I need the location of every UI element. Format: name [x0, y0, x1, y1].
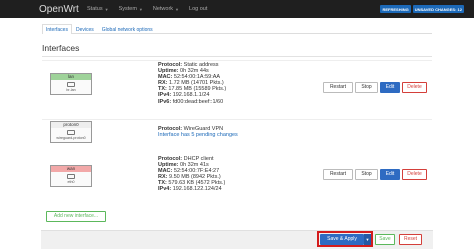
page-title: Interfaces — [42, 43, 80, 53]
chevron-down-icon: ▼ — [138, 6, 143, 12]
interface-info: Protocol: WireGuard VPN Interface has 5 … — [158, 126, 238, 138]
protocol-value: Static address — [183, 62, 219, 68]
tx-value: 17.85 MB (15589 Pkts.) — [168, 86, 227, 93]
menu-logout-label: Log out — [189, 6, 208, 12]
chevron-down-icon: ▼ — [104, 6, 109, 12]
protocol-value: DHCP client — [183, 156, 214, 162]
menu-network[interactable]: Network ▼ — [153, 6, 179, 12]
uptime-value: 0h 32m 41s — [180, 162, 209, 169]
mac-value: 52:54:00:7F:E4:27 — [173, 168, 220, 175]
tab-devices[interactable]: Devices — [72, 24, 98, 33]
delete-button[interactable]: Delete — [402, 169, 427, 180]
tx-value: 579.63 KB (4572 Pkts.) — [168, 180, 226, 187]
highlight-box — [317, 231, 373, 247]
add-interface-button[interactable]: Add new interface... — [46, 211, 106, 222]
ethernet-icon — [67, 174, 75, 179]
uptime-value: 0h 32m 44s — [180, 68, 209, 75]
main-menu: Status ▼ System ▼ Network ▼ Log out — [87, 6, 217, 12]
ipv4-label: IPv4: — [158, 186, 172, 193]
restart-button[interactable]: Restart — [323, 82, 353, 93]
device-name: br-lan — [66, 88, 76, 92]
stop-button[interactable]: Stop — [355, 169, 378, 180]
interface-row-lan: lan br-lan Protocol: Static address Upti… — [42, 60, 432, 118]
interface-badge-proton0: proton0 wireguard-proton0 — [50, 121, 92, 143]
interface-device: eth0 — [51, 172, 91, 186]
delete-button[interactable]: Delete — [402, 82, 427, 93]
restart-button[interactable]: Restart — [323, 169, 353, 180]
refreshing-badge[interactable]: REFRESHING — [380, 5, 411, 13]
ipv6-value: fd00:dead:beef::1/60 — [172, 98, 224, 105]
rx-value: 9.50 MB (8942 Pkts.) — [169, 174, 221, 181]
menu-status-label: Status — [87, 6, 103, 12]
menu-logout[interactable]: Log out — [189, 6, 207, 12]
edit-button[interactable]: Edit — [380, 169, 400, 180]
unsaved-changes-badge[interactable]: UNSAVED CHANGES: 12 — [412, 5, 464, 13]
device-name: wireguard-proton0 — [56, 136, 86, 140]
rx-value: 1.72 MB (14701 Pkts.) — [169, 80, 224, 87]
ipv4-label: IPv4: — [158, 92, 172, 99]
rx-label: RX: — [158, 80, 168, 87]
tab-global-network-options[interactable]: Global network options — [98, 24, 157, 33]
tx-label: TX: — [158, 86, 167, 93]
divider — [42, 56, 432, 57]
tx-label: TX: — [158, 180, 167, 187]
interface-badge-wan: wan eth0 — [50, 165, 92, 187]
uptime-label: Uptime: — [158, 68, 179, 75]
menu-status[interactable]: Status ▼ — [87, 6, 109, 12]
menu-system-label: System — [118, 6, 137, 12]
protocol-value: WireGuard VPN — [183, 126, 224, 132]
uptime-label: Uptime: — [158, 162, 179, 169]
save-button[interactable]: Save — [375, 234, 395, 245]
interface-badge-lan: lan br-lan — [50, 73, 92, 95]
menu-system[interactable]: System ▼ — [119, 6, 143, 12]
rx-label: RX: — [158, 174, 168, 181]
protocol-label: Protocol: — [158, 126, 183, 132]
ipv4-value: 192.168.122.124/24 — [172, 186, 222, 193]
chevron-down-icon: ▼ — [175, 6, 180, 12]
reset-button[interactable]: Reset — [399, 234, 422, 245]
mac-value: 52:54:00:1A:59:AA — [173, 74, 221, 81]
interface-info: Protocol: DHCP client Uptime: 0h 32m 41s… — [158, 156, 225, 193]
mac-label: MAC: — [158, 168, 173, 175]
stop-button[interactable]: Stop — [355, 82, 378, 93]
interface-row-proton0: proton0 wireguard-proton0 Protocol: Wire… — [42, 119, 432, 147]
brand-logo[interactable]: OpenWrt — [39, 4, 81, 15]
interface-device: wireguard-proton0 — [51, 128, 91, 142]
device-name: eth0 — [67, 180, 75, 184]
ipv6-label: IPv6: — [158, 98, 172, 105]
pending-changes-notice[interactable]: Interface has 5 pending changes — [158, 132, 238, 138]
status-badges: REFRESHING UNSAVED CHANGES: 12 — [380, 5, 464, 13]
tunnel-icon — [67, 130, 75, 135]
edit-button[interactable]: Edit — [380, 82, 400, 93]
menu-network-label: Network — [152, 6, 174, 12]
mac-label: MAC: — [158, 74, 173, 81]
interface-row-wan: wan eth0 Protocol: DHCP client Uptime: 0… — [42, 156, 432, 216]
tab-interfaces[interactable]: Interfaces — [42, 24, 72, 34]
interface-info: Protocol: Static address Uptime: 0h 32m … — [158, 62, 226, 105]
protocol-label: Protocol: — [158, 156, 183, 162]
interface-device: br-lan — [51, 80, 91, 94]
top-navbar: OpenWrt Status ▼ System ▼ Network ▼ Log out… — [0, 0, 474, 18]
bridge-icon — [67, 82, 75, 87]
tab-bar: Interfaces Devices Global network option… — [42, 24, 432, 34]
ipv4-value: 192.168.1.1/24 — [172, 92, 210, 99]
protocol-label: Protocol: — [158, 62, 183, 68]
